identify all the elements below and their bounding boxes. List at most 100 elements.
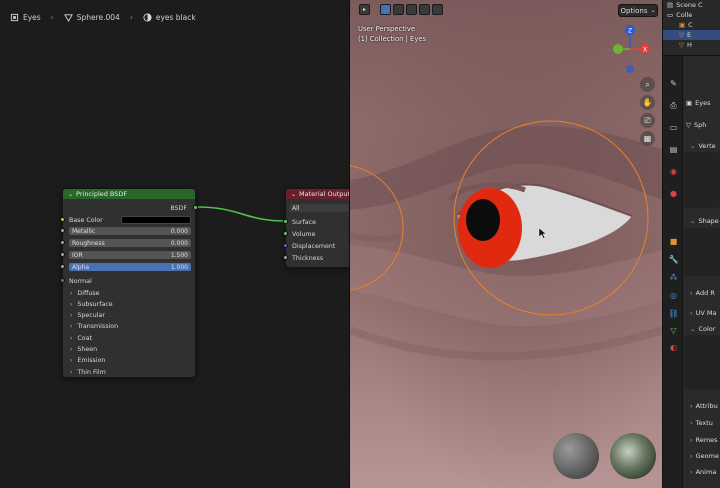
field-value: 1.500: [170, 251, 188, 259]
chevron-right-icon: ›: [70, 289, 73, 297]
panel-thin-film[interactable]: › Thin Film: [63, 367, 195, 377]
tool-tab-icon[interactable]: ✎: [668, 78, 679, 89]
scene-tab-icon[interactable]: ◉: [668, 166, 679, 177]
field-socket[interactable]: [60, 228, 65, 233]
properties-panel-header[interactable]: › Add R: [690, 287, 715, 299]
3d-viewport[interactable]: ▸ Options ⌄ User Perspective (1) Collect…: [349, 0, 662, 488]
normal-socket[interactable]: [60, 278, 65, 283]
material-tab-icon[interactable]: ◐: [668, 342, 679, 353]
field-socket[interactable]: [60, 240, 65, 245]
properties-panel-header[interactable]: › Geome: [690, 450, 719, 462]
principled-bsdf-node[interactable]: ⌄ Principled BSDF BSDF Base Color Metall…: [60, 188, 198, 378]
bsdf-output-label: BSDF: [170, 204, 187, 212]
select-subtract-button[interactable]: [406, 4, 417, 15]
panel-specular[interactable]: › Specular: [63, 311, 195, 321]
properties-list-box[interactable]: [684, 335, 720, 390]
field-roughness[interactable]: Roughness 0.000: [69, 239, 191, 247]
field-alpha[interactable]: Alpha 1.000: [69, 263, 191, 271]
constraints-tab-icon[interactable]: ⛓: [668, 308, 679, 319]
navigation-gizmo[interactable]: Z X: [608, 22, 658, 76]
panel-diffuse[interactable]: › Diffuse: [63, 288, 195, 298]
chevron-right-icon: ›: [70, 323, 73, 331]
properties-panel-header[interactable]: › Remes: [690, 434, 718, 446]
select-intersect-button[interactable]: [432, 4, 443, 15]
render-tab-icon[interactable]: ⎙: [668, 100, 679, 111]
mesh-name-field[interactable]: ▽ Sph: [686, 119, 706, 131]
material-output-node[interactable]: ⌄ Material Output All Surface Volume Displ…: [283, 188, 349, 268]
panel-sheen[interactable]: › Sheen: [63, 345, 195, 355]
outliner-row-label: E: [687, 31, 692, 39]
outliner-row-camera[interactable]: ▣ C: [663, 20, 720, 30]
bsdf-output-socket[interactable]: [193, 205, 198, 210]
field-label: IOR: [72, 251, 83, 259]
chevron-icon: ›: [690, 452, 693, 460]
outliner[interactable]: ▤ Scene C ▭ Colle ▣ C ▽ E ▽ H: [663, 0, 720, 56]
mesh-object-icon: ▽: [679, 31, 684, 39]
chevron-right-icon: ›: [70, 334, 73, 342]
world-tab-icon[interactable]: ●: [668, 188, 679, 199]
select-invert-button[interactable]: [419, 4, 430, 15]
node-editor[interactable]: Eyes › Sphere.004 › eyes black ⌄ Princip…: [0, 0, 349, 488]
node-header[interactable]: ⌄ Principled BSDF: [63, 189, 195, 199]
output-tab-icon[interactable]: ▭: [668, 122, 679, 133]
node-title: Principled BSDF: [76, 190, 128, 198]
field-socket[interactable]: [60, 264, 65, 269]
particles-tab-icon[interactable]: ⁂: [668, 272, 679, 283]
select-new-button[interactable]: [380, 4, 391, 15]
outliner-row-eyes[interactable]: ▽ E: [663, 30, 720, 40]
base-color-swatch[interactable]: [121, 216, 191, 224]
target-dropdown[interactable]: All: [289, 204, 349, 212]
properties-panel-header[interactable]: › Textu: [690, 417, 713, 429]
panel-emission[interactable]: › Emission: [63, 356, 195, 366]
mesh-name-label: Sph: [694, 121, 707, 129]
node-title: Material Output: [299, 190, 349, 198]
panel-label: Sheen: [77, 346, 98, 353]
options-dropdown[interactable]: Options ⌄: [618, 4, 658, 17]
node-header[interactable]: ⌄ Material Output: [286, 189, 349, 199]
object-name-field[interactable]: ▣ Eyes: [686, 97, 711, 109]
zoom-icon[interactable]: ⌕: [640, 77, 655, 92]
field-ior[interactable]: IOR 1.500: [69, 251, 191, 259]
outliner-row-head[interactable]: ▽ H: [663, 40, 720, 50]
mesh-object-icon: ▽: [679, 41, 684, 49]
properties-panel-header[interactable]: › Anima: [690, 466, 716, 478]
panel-title: Textu: [695, 419, 713, 427]
field-metallic[interactable]: Metallic 0.000: [69, 227, 191, 235]
physics-tab-icon[interactable]: ◎: [668, 290, 679, 301]
grid-perspective-icon[interactable]: ▦: [640, 131, 655, 146]
base-color-socket[interactable]: [60, 217, 65, 222]
properties-panel-header[interactable]: ⌄ Shape: [690, 215, 719, 227]
outliner-row-collection[interactable]: ▭ Colle: [663, 10, 720, 20]
chevron-down-icon: ⌄: [650, 7, 656, 14]
panel-title: Shape: [698, 217, 719, 225]
panel-coat[interactable]: › Coat: [63, 333, 195, 343]
camera-icon: ▣: [679, 21, 686, 29]
properties-list-box[interactable]: [684, 152, 720, 208]
panel-transmission[interactable]: › Transmission: [63, 322, 195, 332]
properties-panel-header[interactable]: › UV Ma: [690, 307, 716, 319]
mesh-data-icon: ▽: [686, 121, 691, 129]
properties-panel-header[interactable]: ⌄ Color: [690, 323, 715, 335]
object-tab-icon[interactable]: ■: [668, 236, 679, 247]
cursor-mode-button[interactable]: ▸: [359, 4, 370, 15]
panel-subsurface[interactable]: › Subsurface: [63, 299, 195, 309]
properties-list-box[interactable]: [684, 228, 720, 276]
target-dropdown-value: All: [292, 204, 300, 212]
data-tab-icon[interactable]: ▽: [668, 325, 679, 336]
properties-panel-header[interactable]: ⌄ Verte: [690, 140, 716, 152]
collapse-chevron-icon[interactable]: ⌄: [291, 191, 296, 198]
collapse-chevron-icon[interactable]: ⌄: [68, 191, 73, 198]
view-perspective-label: User Perspective: [358, 25, 416, 33]
properties-panel-header[interactable]: › Attribu: [690, 400, 718, 412]
outliner-row-label: H: [687, 41, 692, 49]
viewport-select-toolbar: ▸: [359, 4, 443, 15]
pan-hand-icon[interactable]: ✋: [640, 95, 655, 110]
chevron-right-icon: ›: [70, 300, 73, 308]
view-layer-tab-icon[interactable]: ▤: [668, 144, 679, 155]
normal-label: Normal: [69, 277, 92, 285]
camera-view-icon[interactable]: ⎚: [640, 113, 655, 128]
modifier-tab-icon[interactable]: 🔧: [668, 254, 679, 265]
panel-label: Specular: [77, 312, 105, 320]
select-extend-button[interactable]: [393, 4, 404, 15]
field-socket[interactable]: [60, 252, 65, 257]
